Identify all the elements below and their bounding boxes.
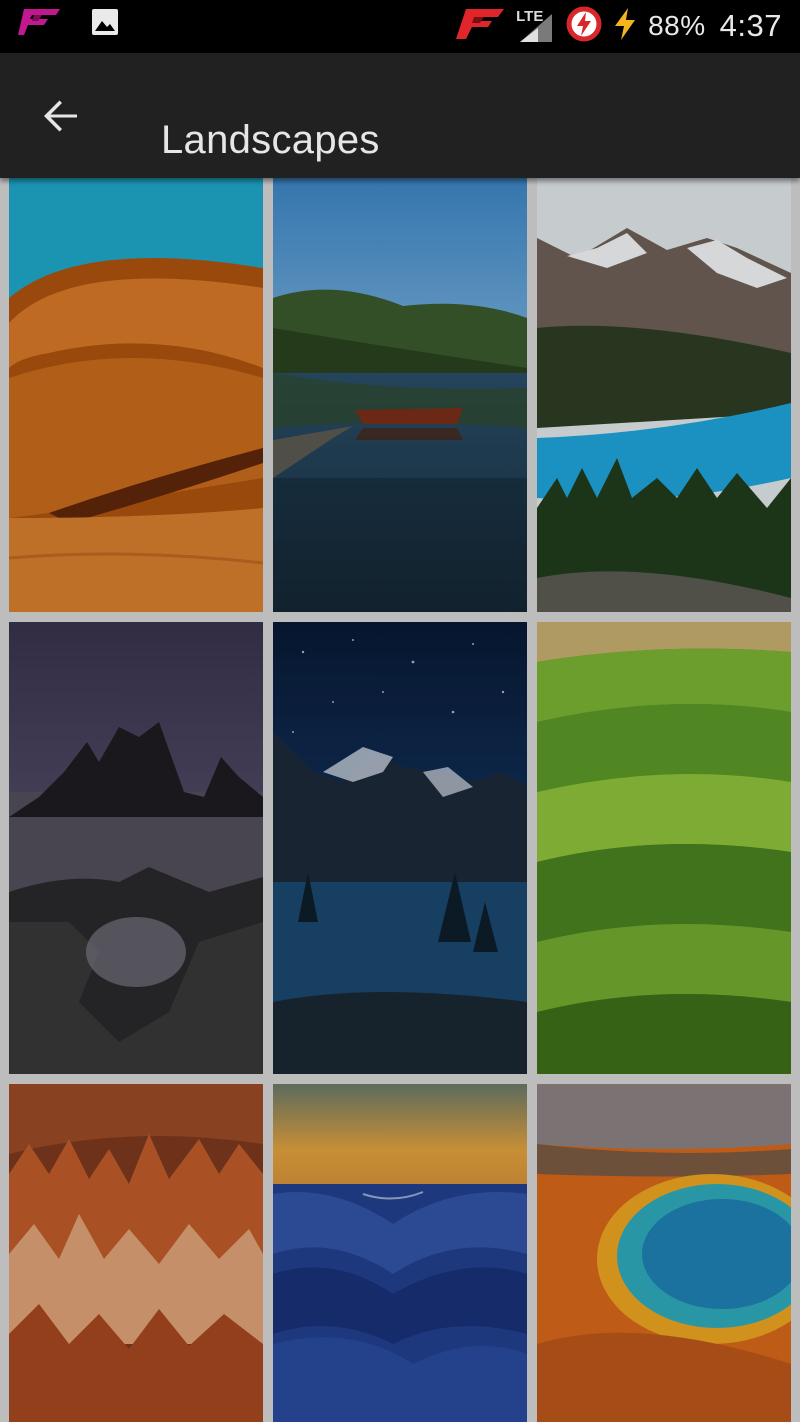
app-bar: Landscapes xyxy=(0,53,800,178)
wallpaper-starry-mountains[interactable] xyxy=(273,622,527,1074)
image-notification-icon xyxy=(90,7,120,42)
wallpaper-green-fields[interactable] xyxy=(537,622,791,1074)
charging-icon xyxy=(612,7,638,46)
clock: 4:37 xyxy=(719,8,782,43)
app-logo-icon xyxy=(18,7,62,42)
app-logo-icon xyxy=(456,7,506,46)
back-button[interactable] xyxy=(30,85,92,147)
wallpaper-grid xyxy=(0,178,800,1422)
arrow-back-icon xyxy=(44,100,77,132)
wallpaper-hot-spring[interactable] xyxy=(537,1084,791,1422)
status-bar: LTE 88% 4:37 xyxy=(0,0,800,53)
wallpaper-sea-stacks[interactable] xyxy=(9,622,263,1074)
page-title: Landscapes xyxy=(161,117,380,162)
wallpaper-canyon-hoodoos[interactable] xyxy=(9,1084,263,1422)
wallpaper-turquoise-lake[interactable] xyxy=(537,178,791,612)
wallpaper-blue-waves[interactable] xyxy=(273,1084,527,1422)
battery-level: 88% xyxy=(648,10,706,41)
signal-icon: LTE xyxy=(516,8,556,44)
wallpaper-desert-dunes[interactable] xyxy=(9,178,263,612)
wallpaper-lake-boat[interactable] xyxy=(273,178,527,612)
data-saver-icon xyxy=(566,6,602,47)
